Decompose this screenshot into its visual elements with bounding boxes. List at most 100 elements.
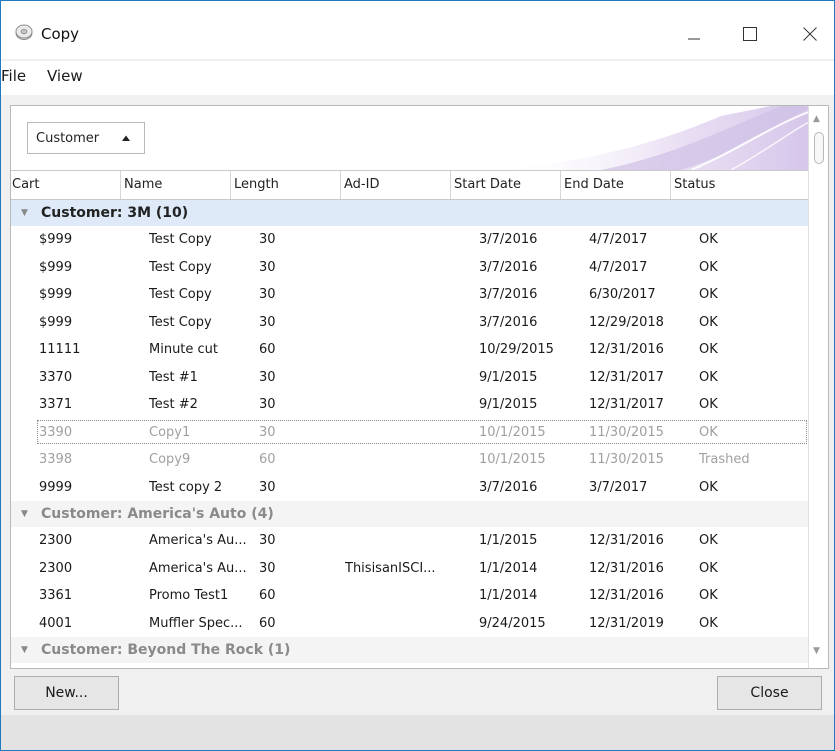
cell-status: Trashed: [699, 452, 750, 467]
table-row[interactable]: $999 Test Copy 30 3/7/2016 12/29/2018 OK: [11, 309, 808, 336]
cell-end-date: 12/31/2016: [589, 533, 664, 548]
cell-start-date: 1/1/2014: [479, 560, 538, 576]
column-header-row: Cart Name Length Ad-ID Start Date End Da…: [11, 170, 808, 200]
cell-end-date: 12/31/2016: [589, 342, 664, 357]
minimize-button[interactable]: [671, 11, 717, 57]
column-header-cart[interactable]: Cart: [11, 171, 121, 199]
cell-start-date: 3/7/2016: [479, 314, 538, 330]
group-by-panel: Customer: [11, 106, 808, 170]
new-button[interactable]: New...: [14, 676, 119, 710]
cell-start-date: 3/7/2016: [479, 232, 538, 247]
vertical-scrollbar[interactable]: ▲ ▼: [808, 106, 828, 668]
menu-file[interactable]: File: [1, 67, 26, 85]
maximize-button[interactable]: [727, 11, 773, 57]
chevron-down-icon[interactable]: ▼: [21, 501, 28, 527]
triangle-up-icon: [122, 135, 131, 141]
main-panel: Customer Cart Name Length Ad-ID Start Da…: [1, 95, 834, 715]
cell-status: OK: [699, 424, 718, 440]
copy-window: Copy File View Customer Cart Name Length…: [0, 0, 835, 751]
table-row[interactable]: 3361 Promo Test1 60 1/1/2014 12/31/2016 OK: [11, 582, 808, 609]
table-row[interactable]: $999 Test Copy 30 3/7/2016 6/30/2017 OK: [11, 281, 808, 308]
table-row[interactable]: $999 Test Copy 30 3/7/2016 4/7/2017 OK: [11, 226, 808, 253]
cell-length: 30: [259, 259, 276, 275]
column-header-ad-id[interactable]: Ad-ID: [341, 171, 451, 199]
cell-start-date: 9/24/2015: [479, 615, 546, 631]
copy-grid: Customer Cart Name Length Ad-ID Start Da…: [10, 105, 829, 669]
group-row[interactable]: ▼ Customer: Beyond The Rock (1): [11, 637, 808, 663]
table-row[interactable]: 3390 Copy1 30 10/1/2015 11/30/2015 OK: [11, 419, 808, 446]
cell-end-date: 12/31/2016: [589, 588, 664, 603]
title-bar[interactable]: Copy: [1, 1, 834, 59]
cell-name: Minute cut: [149, 342, 219, 357]
group-label: Customer: Beyond The Rock (1): [41, 642, 291, 658]
cell-start-date: 3/7/2016: [479, 479, 538, 495]
minimize-icon: [688, 38, 700, 40]
cell-cart: 3398: [39, 452, 73, 467]
menu-bar: File View: [1, 61, 834, 95]
menu-view[interactable]: View: [47, 67, 83, 85]
cell-cart: 9999: [39, 479, 73, 495]
cell-name: Test copy 2: [149, 479, 223, 495]
group-row[interactable]: ▼ Customer: 3M (10): [11, 200, 808, 226]
scroll-thumb[interactable]: [814, 132, 824, 164]
group-label: Customer: America's Auto (4): [41, 506, 274, 522]
group-label: Customer: 3M (10): [41, 205, 189, 221]
cell-status: OK: [699, 560, 718, 576]
cell-status: OK: [699, 259, 718, 275]
table-row[interactable]: $999 Test Copy 30 3/7/2016 4/7/2017 OK: [11, 254, 808, 281]
table-row[interactable]: 4001 Muffler Spec... 60 9/24/2015 12/31/2019…: [11, 610, 808, 637]
cell-start-date: 9/1/2015: [479, 397, 538, 412]
disc-icon: [15, 24, 33, 40]
cell-cart: $999: [39, 287, 73, 302]
table-row[interactable]: 3370 Test #1 30 9/1/2015 12/31/2017 OK: [11, 364, 808, 391]
cell-cart: 11111: [39, 342, 81, 357]
cell-end-date: 12/31/2016: [589, 560, 664, 576]
cell-name: Test #2: [149, 397, 198, 412]
chevron-down-icon[interactable]: ▼: [21, 200, 28, 226]
maximize-icon: [743, 27, 757, 41]
close-button[interactable]: Close: [717, 676, 822, 710]
scroll-down-icon[interactable]: ▼: [813, 646, 820, 656]
cell-status: OK: [699, 479, 718, 495]
cell-start-date: 1/1/2015: [479, 533, 538, 548]
cell-name: Test Copy: [149, 259, 212, 275]
cell-status: OK: [699, 287, 718, 302]
cell-cart: 2300: [39, 533, 73, 548]
column-header-name[interactable]: Name: [121, 171, 231, 199]
cell-name: America's Au...: [149, 560, 247, 576]
status-bar: [1, 715, 834, 750]
group-row[interactable]: ▼ Customer: America's Auto (4): [11, 501, 808, 527]
column-header-length[interactable]: Length: [231, 171, 341, 199]
chevron-down-icon[interactable]: ▼: [21, 637, 28, 663]
scroll-up-icon[interactable]: ▲: [813, 114, 820, 124]
cell-end-date: 11/30/2015: [589, 424, 664, 440]
column-header-end-date[interactable]: End Date: [561, 171, 671, 199]
cell-cart: $999: [39, 232, 73, 247]
group-by-customer-chip[interactable]: Customer: [27, 122, 145, 154]
cell-length: 30: [259, 287, 276, 302]
cell-status: OK: [699, 232, 718, 247]
close-window-button[interactable]: [787, 11, 833, 57]
table-row[interactable]: 3371 Test #2 30 9/1/2015 12/31/2017 OK: [11, 391, 808, 418]
cell-length: 30: [259, 479, 276, 495]
grid-rows: ▼ Customer: 3M (10) $999 Test Copy 30 3/7/201…: [11, 200, 808, 668]
cell-start-date: 9/1/2015: [479, 369, 538, 385]
cell-status: OK: [699, 342, 718, 357]
table-row[interactable]: 2300 America's Au... 30 ThisisanISCI... 1/1/…: [11, 555, 808, 582]
cell-start-date: 3/7/2016: [479, 259, 538, 275]
cell-end-date: 4/7/2017: [589, 259, 648, 275]
cell-length: 30: [259, 369, 276, 385]
column-header-start-date[interactable]: Start Date: [451, 171, 561, 199]
column-header-status[interactable]: Status: [671, 171, 808, 199]
cell-cart: 4001: [39, 615, 73, 631]
cell-length: 60: [259, 452, 276, 467]
cell-status: OK: [699, 588, 718, 603]
table-row[interactable]: 3398 Copy9 60 10/1/2015 11/30/2015 Trashed: [11, 446, 808, 473]
cell-status: OK: [699, 369, 718, 385]
cell-end-date: 12/31/2017: [589, 397, 664, 412]
table-row[interactable]: 2300 America's Au... 30 1/1/2015 12/31/2016 O…: [11, 527, 808, 554]
cell-end-date: 4/7/2017: [589, 232, 648, 247]
cell-length: 60: [259, 342, 276, 357]
table-row[interactable]: 11111 Minute cut 60 10/29/2015 12/31/2016 OK: [11, 336, 808, 363]
table-row[interactable]: 9999 Test copy 2 30 3/7/2016 3/7/2017 OK: [11, 474, 808, 501]
